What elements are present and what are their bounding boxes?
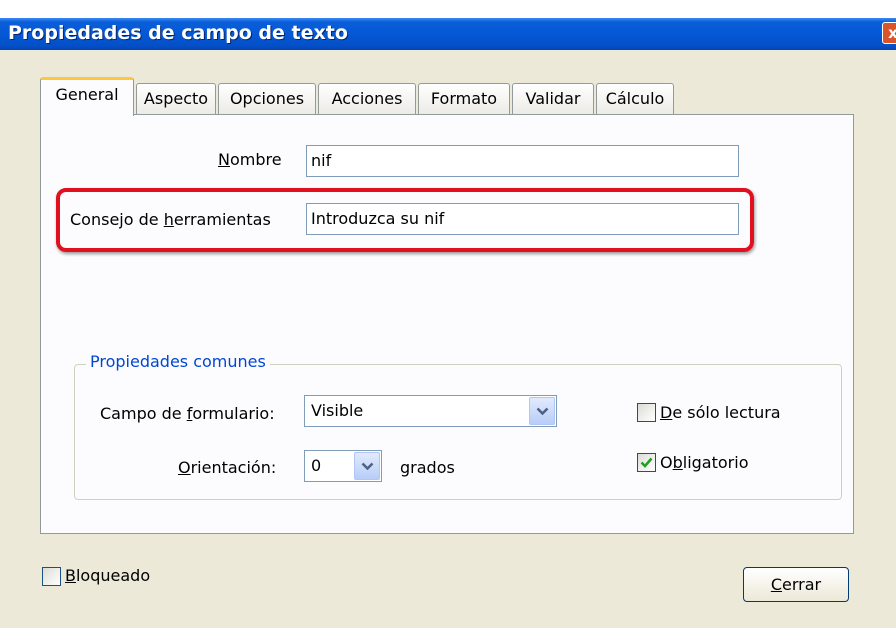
readonly-checkbox[interactable]	[637, 403, 656, 422]
tooltip-input[interactable]: Introduzca su nif	[306, 203, 739, 235]
close-window-button[interactable]: x	[882, 22, 896, 44]
tab-general[interactable]: General	[40, 77, 134, 116]
title-bar[interactable]: Propiedades de campo de texto x	[0, 18, 896, 50]
degrees-label: grados	[400, 458, 455, 477]
name-input[interactable]: nif	[306, 145, 739, 177]
locked-label: Bloqueado	[65, 566, 151, 585]
orientation-select[interactable]: 0	[304, 450, 382, 482]
top-background	[0, 0, 896, 18]
required-checkbox[interactable]	[637, 453, 656, 472]
tab-formato[interactable]: Formato	[418, 83, 510, 114]
tab-acciones[interactable]: Acciones	[318, 83, 416, 114]
tab-validar[interactable]: Validar	[512, 83, 594, 114]
locked-checkbox[interactable]	[42, 567, 61, 586]
window-title: Propiedades de campo de texto	[8, 22, 348, 44]
required-label: Obligatorio	[660, 453, 749, 472]
form-field-dropdown-button[interactable]	[529, 397, 555, 425]
chevron-down-icon	[536, 407, 549, 416]
orientation-dropdown-button[interactable]	[354, 452, 380, 480]
orientation-label: Orientación:	[178, 458, 277, 477]
close-button[interactable]: Cerrar	[743, 567, 849, 602]
tab-aspecto[interactable]: Aspecto	[136, 83, 216, 114]
form-field-select[interactable]: Visible	[304, 395, 557, 427]
common-properties-title: Propiedades comunes	[86, 352, 270, 371]
tooltip-label: Consejo de herramientas	[70, 210, 271, 229]
tab-calculo[interactable]: Cálculo	[596, 83, 674, 114]
name-label: Nombre	[218, 150, 282, 169]
readonly-label: De sólo lectura	[660, 403, 781, 422]
chevron-down-icon	[361, 462, 374, 471]
tab-opciones[interactable]: Opciones	[218, 83, 316, 114]
checkmark-icon	[640, 457, 653, 468]
common-properties-group	[74, 364, 842, 500]
form-field-label: Campo de formulario:	[100, 404, 275, 423]
